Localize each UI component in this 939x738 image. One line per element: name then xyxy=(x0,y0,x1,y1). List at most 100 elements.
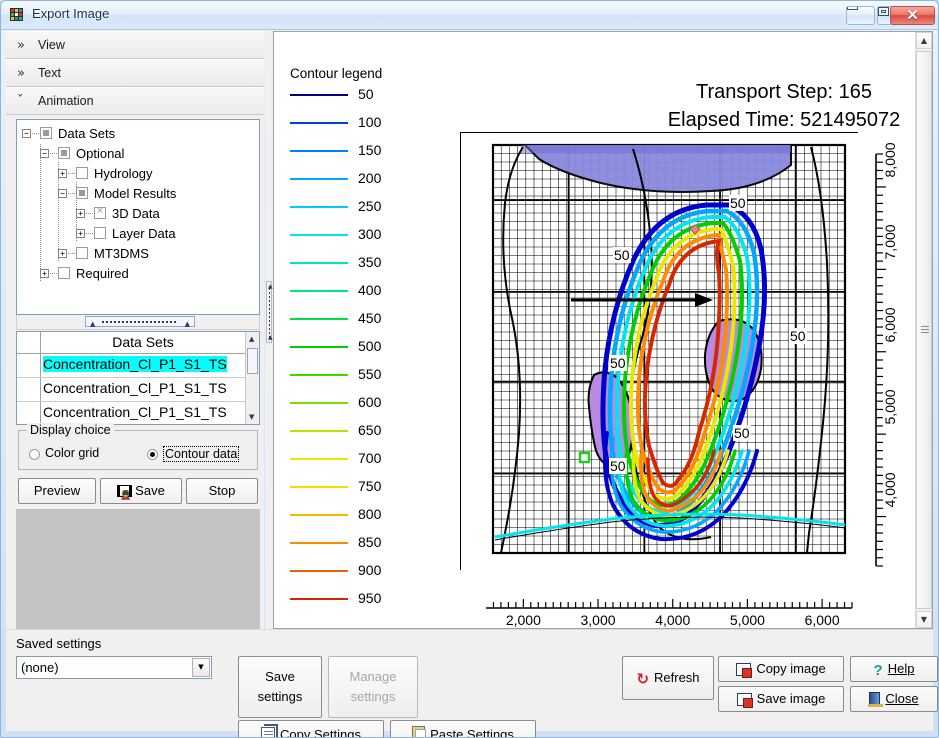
expand-icon[interactable]: + xyxy=(40,269,49,278)
table-row[interactable]: Concentration_Cl_P1_S1_TS xyxy=(17,402,259,424)
paste-settings-button[interactable]: Paste Settings xyxy=(390,720,536,737)
tree-checkbox[interactable] xyxy=(40,127,52,139)
tree-horizontal-scrollbar[interactable]: ▲ ▲ xyxy=(16,315,260,330)
contour-legend-value: 950 xyxy=(358,590,382,606)
stop-button[interactable]: Stop xyxy=(186,478,258,504)
collapse-icon[interactable]: − xyxy=(40,149,49,158)
section-label-view: View xyxy=(38,38,65,52)
contour-legend-value: 650 xyxy=(358,422,382,438)
data-sets-tree[interactable]: − Data Sets − Optional + Hydrology − Mod… xyxy=(16,119,260,315)
tree-checkbox[interactable] xyxy=(94,227,106,239)
contour-legend-item: 600 xyxy=(288,389,418,417)
tree-checkbox[interactable] xyxy=(58,267,70,279)
tree-checkbox[interactable] xyxy=(94,205,106,219)
copy-settings-label: Copy Settings xyxy=(280,727,361,738)
chevron-down-icon[interactable] xyxy=(192,658,210,677)
row-gutter[interactable] xyxy=(17,378,41,401)
saved-settings-combobox[interactable]: (none) xyxy=(16,656,212,679)
expand-icon[interactable]: + xyxy=(76,229,85,238)
contour-legend-swatch xyxy=(290,262,348,264)
collapse-icon[interactable]: − xyxy=(22,129,31,138)
tree-checkbox[interactable] xyxy=(58,147,70,159)
tree-node-required[interactable]: + Required xyxy=(17,264,259,284)
contour-legend-value: 500 xyxy=(358,338,382,354)
scroll-up-icon[interactable]: ▲ xyxy=(249,335,254,343)
plot-title: Transport Step: 165 Elapsed Time: 521495… xyxy=(574,78,938,134)
radio-icon[interactable] xyxy=(147,449,158,460)
y-axis-tick-label: 4,000 xyxy=(882,471,898,508)
collapse-icon[interactable]: − xyxy=(58,189,67,198)
question-mark-icon: ? xyxy=(873,662,883,679)
copy-image-button[interactable]: Copy image xyxy=(718,656,844,682)
scroll-up-button[interactable]: ▲ xyxy=(916,32,932,49)
contour-legend-item: 950 xyxy=(288,585,418,613)
section-header-view[interactable]: » View xyxy=(6,31,264,59)
left-panel-filler xyxy=(16,509,260,629)
minimize-button[interactable] xyxy=(846,6,875,25)
contour-legend-swatch xyxy=(290,598,348,600)
title-bar[interactable]: Export Image ✕ xyxy=(1,1,938,30)
tree-checkbox[interactable] xyxy=(76,247,88,259)
close-window-button[interactable]: ✕ xyxy=(890,6,935,25)
save-settings-button[interactable]: Save settings xyxy=(238,656,322,718)
minimize-icon xyxy=(847,7,858,10)
tree-node-layer-data[interactable]: + Layer Data xyxy=(17,224,259,244)
image-scrollbar-thumb[interactable] xyxy=(916,51,932,609)
expand-icon[interactable]: + xyxy=(76,209,85,218)
data-sets-scrollbar-thumb[interactable] xyxy=(247,348,258,374)
contour-legend-swatch xyxy=(290,514,348,516)
save-image-label: Save image xyxy=(756,691,826,706)
contour-legend-item: 200 xyxy=(288,165,418,193)
copy-settings-button[interactable]: Copy Settings xyxy=(238,720,384,738)
save-animation-button[interactable]: Save xyxy=(100,478,182,507)
tree-checkbox[interactable] xyxy=(76,167,88,179)
contour-label: 50 xyxy=(609,458,627,474)
scroll-down-icon[interactable]: ▼ xyxy=(249,413,254,421)
row-gutter xyxy=(17,332,41,353)
tree-node-model-results[interactable]: − Model Results xyxy=(17,184,259,204)
refresh-button[interactable]: ↻ Refresh xyxy=(622,656,714,700)
contour-legend-rows: 50 100 150 200 250 300 350 400 450 500 550 600 650 70… xyxy=(288,81,418,613)
contour-label: 50 xyxy=(733,425,751,441)
tree-node-label: 3D Data xyxy=(112,206,160,221)
contour-legend-item: 300 xyxy=(288,221,418,249)
tree-node-hydrology[interactable]: + Hydrology xyxy=(17,164,259,184)
contour-legend-item: 900 xyxy=(288,557,418,585)
tree-scrollbar-thumb[interactable]: ▲ ▲ xyxy=(85,316,195,328)
contour-legend-swatch xyxy=(290,570,348,572)
panel-splitter[interactable]: ▲ ▲ xyxy=(265,31,273,629)
section-header-text[interactable]: » Text xyxy=(6,59,264,87)
section-header-animation[interactable]: ˇ Animation xyxy=(6,87,264,115)
image-preview-panel[interactable]: Transport Step: 165 Elapsed Time: 521495… xyxy=(273,31,933,629)
preview-button[interactable]: Preview xyxy=(18,478,96,504)
tree-dots xyxy=(86,213,93,214)
contour-map xyxy=(461,133,859,571)
scroll-down-button[interactable]: ▼ xyxy=(916,611,932,628)
tree-node-data-sets[interactable]: − Data Sets xyxy=(17,124,259,144)
tree-node-optional[interactable]: − Optional xyxy=(17,144,259,164)
row-gutter[interactable] xyxy=(17,402,41,424)
tree-checkbox[interactable] xyxy=(76,187,88,199)
contour-label: 50 xyxy=(609,355,627,371)
help-button[interactable]: ? Help xyxy=(850,656,938,682)
contour-legend-swatch xyxy=(290,318,348,320)
table-row[interactable]: Concentration_Cl_P1_S1_TS xyxy=(17,354,259,378)
expand-icon[interactable]: + xyxy=(58,249,67,258)
image-panel-scrollbar[interactable]: ▲ ▼ xyxy=(915,32,932,628)
radio-icon[interactable] xyxy=(29,449,40,460)
tree-node-mt3dms[interactable]: + MT3DMS xyxy=(17,244,259,264)
tree-node-3d-data[interactable]: + 3D Data xyxy=(17,204,259,224)
contour-legend-swatch xyxy=(290,542,348,544)
table-row[interactable]: Concentration_Cl_P1_S1_TS xyxy=(17,378,259,402)
data-sets-list[interactable]: Data Sets Concentration_Cl_P1_S1_TS Conc… xyxy=(16,331,260,425)
expand-icon[interactable]: + xyxy=(58,169,67,178)
tree-dots xyxy=(68,173,75,174)
contour-legend-swatch xyxy=(290,206,348,208)
refresh-icon: ↻ xyxy=(636,670,650,688)
row-gutter[interactable] xyxy=(17,354,41,377)
y-axis-tick-label: 8,000 xyxy=(882,142,898,178)
save-image-button[interactable]: Save image xyxy=(718,686,844,712)
data-sets-scrollbar[interactable]: ▲ ▼ xyxy=(245,332,259,424)
close-button[interactable]: Close xyxy=(850,686,938,712)
splitter-grip[interactable]: ▲ ▲ xyxy=(266,281,273,343)
